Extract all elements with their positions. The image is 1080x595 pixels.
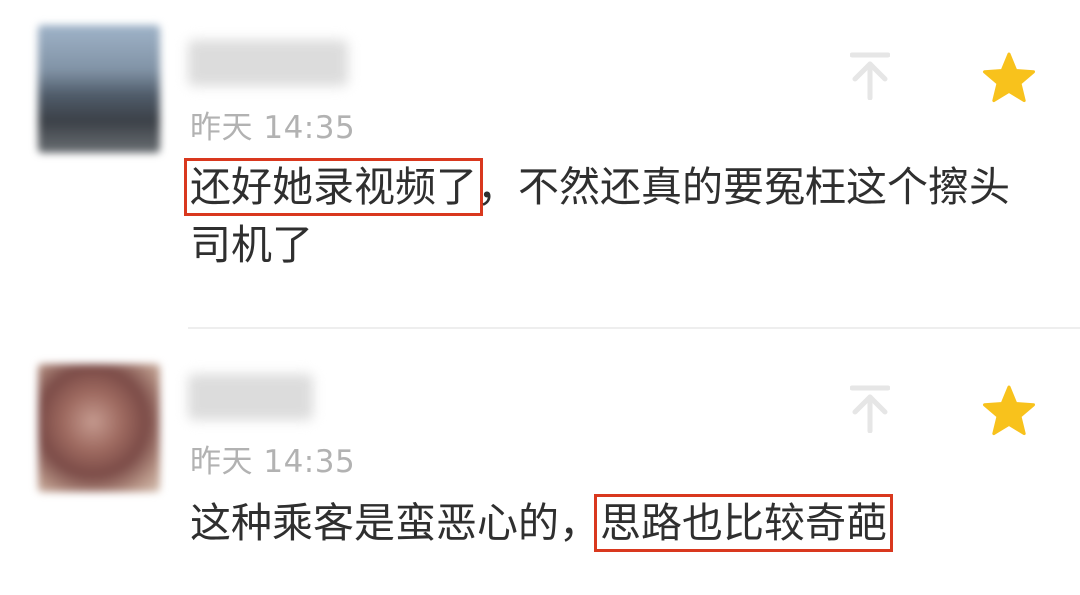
comment-time: 昨天 14:35 [190,444,356,480]
comment-text-rest: 这种乘客是蛮恶心的， [190,499,600,547]
comment-text: 这种乘客是蛮恶心的，思路也比较奇葩 [190,494,1060,552]
comment-text: 还好她录视频了，不然还真的要冤枉这个擦头司机了 [184,158,1040,274]
highlight-box: 还好她录视频了 [184,158,483,216]
avatar[interactable] [38,364,160,492]
comment-item: 昨天 14:35 还好她录视频了，不然还真的要冤枉这个擦头司机了 [0,0,1080,330]
comment-time: 昨天 14:35 [190,110,356,146]
highlight-box: 思路也比较奇葩 [594,494,893,552]
avatar[interactable] [38,25,160,153]
pin-to-top-icon[interactable] [850,385,890,433]
pin-to-top-icon[interactable] [850,52,890,100]
username-blurred [188,374,313,420]
star-icon[interactable] [982,52,1036,104]
username-blurred [188,40,348,86]
comment-item: 昨天 14:35 这种乘客是蛮恶心的，思路也比较奇葩 [0,330,1080,595]
star-icon[interactable] [982,385,1036,437]
divider [188,327,1080,329]
